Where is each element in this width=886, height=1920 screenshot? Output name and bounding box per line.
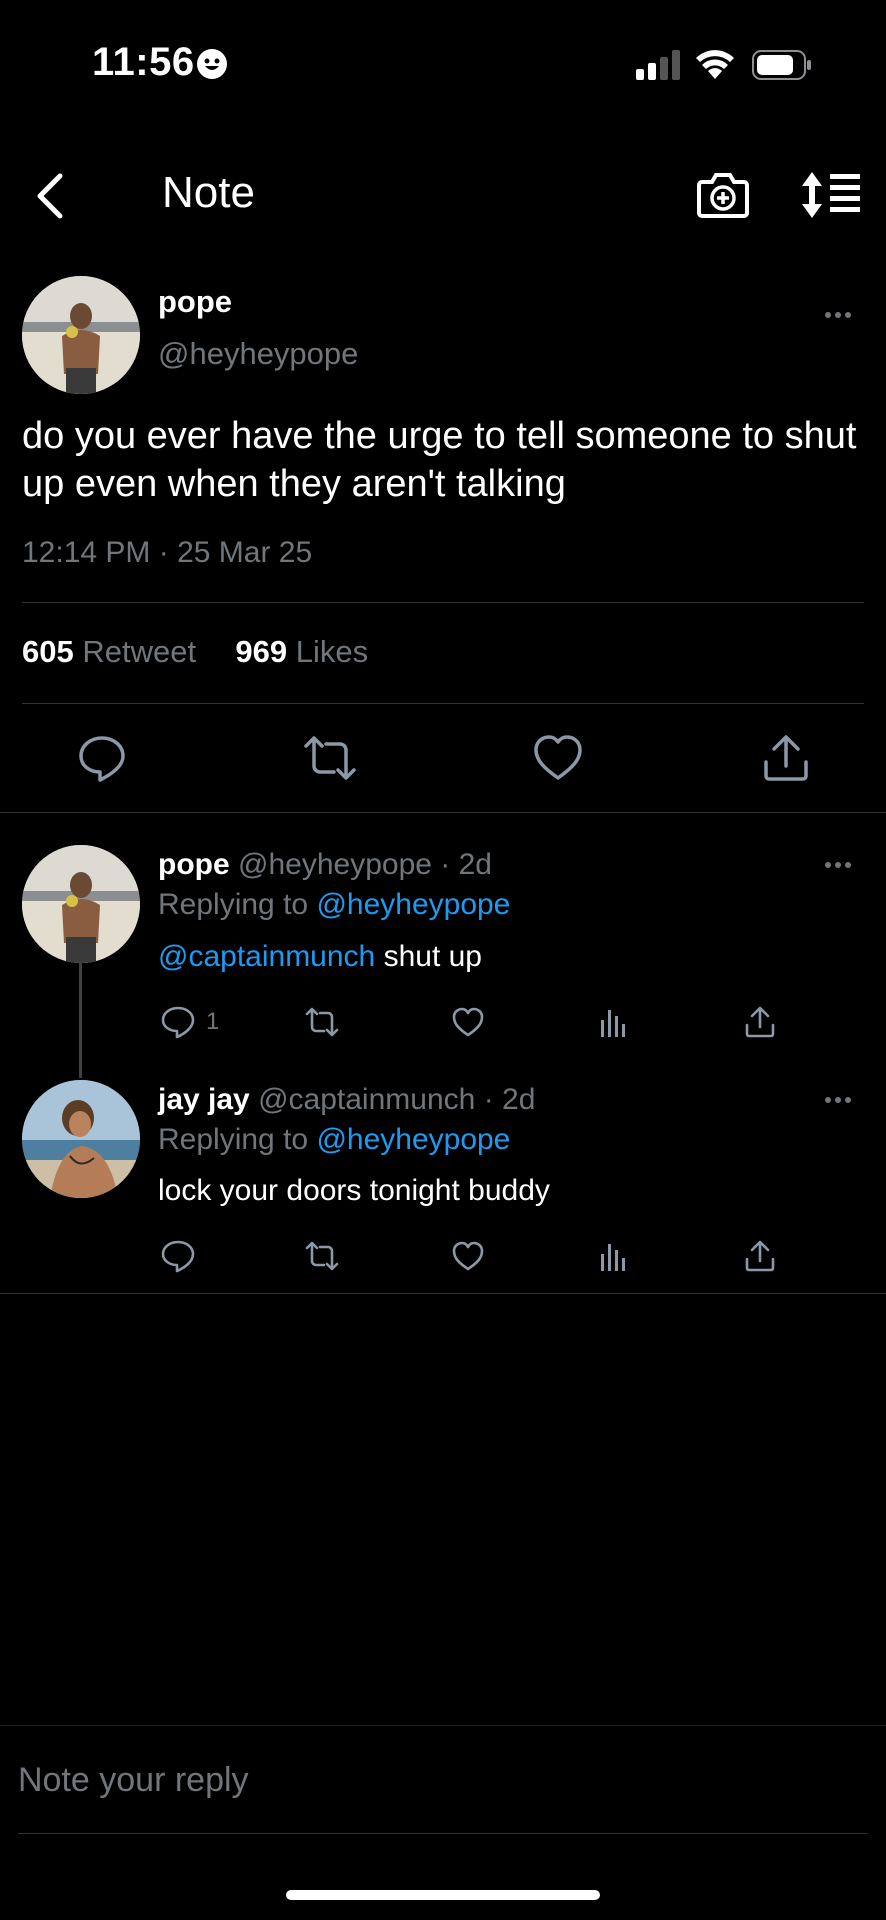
- views-button[interactable]: [596, 1238, 632, 1274]
- wifi-icon: [694, 46, 736, 85]
- heart-icon: [534, 735, 582, 780]
- tweet-timestamp[interactable]: 12:14 PM · 25 Mar 25: [22, 536, 312, 570]
- reply-text: @captainmunch shut up: [158, 940, 482, 974]
- like-count[interactable]: 969: [235, 634, 287, 669]
- reply-button[interactable]: [160, 1238, 196, 1274]
- chevron-left-icon: [37, 173, 63, 219]
- cellular-signal-icon: [636, 50, 680, 85]
- reply-input[interactable]: [18, 1750, 858, 1810]
- reply-age: · 2d: [440, 848, 492, 881]
- retweet-icon: [304, 736, 356, 780]
- views-button[interactable]: [596, 1004, 632, 1040]
- replying-to-prefix: Replying to: [158, 1123, 309, 1156]
- like-button[interactable]: [450, 1004, 486, 1040]
- camera-plus-icon: [697, 173, 749, 218]
- profile-photo: [22, 276, 140, 394]
- ellipsis-icon: [825, 312, 851, 318]
- avatar[interactable]: [22, 1080, 140, 1198]
- camera-button[interactable]: [696, 170, 750, 220]
- replying-to: Replying to @heyheypope: [158, 1123, 510, 1157]
- sort-icon: [802, 172, 860, 218]
- focus-smiley-icon: [196, 48, 228, 80]
- reply-author-handle[interactable]: @heyheypope: [238, 848, 432, 881]
- like-label[interactable]: Likes: [296, 634, 368, 669]
- retweet-icon: [305, 1241, 339, 1271]
- tweet-stats: 605 Retweet 969 Likes: [22, 634, 368, 670]
- share-icon: [745, 1240, 775, 1272]
- thread-connector-line: [79, 962, 82, 1078]
- replying-to-handle[interactable]: @heyheypope: [316, 888, 510, 921]
- like-button[interactable]: [530, 730, 586, 786]
- reply-body: shut up: [375, 940, 482, 973]
- more-options-button[interactable]: [820, 300, 860, 330]
- retweet-count[interactable]: 605: [22, 634, 74, 669]
- share-icon: [745, 1006, 775, 1038]
- more-options-button[interactable]: [820, 850, 860, 880]
- comment-icon: [161, 1006, 195, 1039]
- retweet-button[interactable]: [304, 1004, 340, 1040]
- replying-to-prefix: Replying to: [158, 888, 309, 921]
- ellipsis-icon: [825, 862, 851, 868]
- author-handle[interactable]: @heyheypope: [158, 336, 358, 372]
- divider: [22, 703, 864, 704]
- reply-text: lock your doors tonight buddy: [158, 1174, 550, 1207]
- reply-author-name[interactable]: pope: [158, 848, 230, 881]
- bar-chart-icon: [601, 1010, 625, 1037]
- divider: [22, 602, 864, 603]
- page-title: Note: [162, 168, 255, 217]
- divider: [0, 1725, 886, 1726]
- reply-author-handle[interactable]: @captainmunch: [258, 1083, 475, 1116]
- ellipsis-icon: [825, 1097, 851, 1103]
- back-button[interactable]: [26, 168, 78, 224]
- heart-icon: [452, 1241, 484, 1271]
- reply-button[interactable]: [160, 1004, 196, 1040]
- mention-link[interactable]: @captainmunch: [158, 940, 375, 973]
- reply-count: 1: [206, 1008, 220, 1035]
- replying-to: Replying to @heyheypope: [158, 888, 510, 922]
- bar-chart-icon: [601, 1244, 625, 1271]
- retweet-icon: [305, 1007, 339, 1037]
- share-button[interactable]: [742, 1238, 778, 1274]
- divider: [0, 1293, 886, 1294]
- reply-author-name[interactable]: jay jay: [158, 1083, 250, 1116]
- share-button[interactable]: [758, 730, 814, 786]
- sort-replies-button[interactable]: [800, 170, 862, 220]
- avatar[interactable]: [22, 276, 140, 394]
- home-indicator[interactable]: [286, 1890, 600, 1900]
- like-button[interactable]: [450, 1238, 486, 1274]
- profile-photo: [22, 845, 140, 963]
- retweet-button[interactable]: [302, 730, 358, 786]
- replying-to-handle[interactable]: @heyheypope: [316, 1123, 510, 1156]
- profile-photo: [22, 1080, 140, 1198]
- more-options-button[interactable]: [820, 1085, 860, 1115]
- status-time: 11:56: [92, 40, 195, 84]
- reply-header: pope @heyheypope · 2d: [158, 848, 492, 882]
- divider: [18, 1833, 868, 1834]
- divider: [0, 812, 886, 813]
- reply-age: · 2d: [483, 1083, 536, 1116]
- comment-icon: [161, 1240, 195, 1273]
- retweet-button[interactable]: [304, 1238, 340, 1274]
- battery-icon: [752, 50, 812, 85]
- heart-icon: [452, 1007, 484, 1037]
- share-icon: [764, 735, 808, 781]
- avatar[interactable]: [22, 845, 140, 963]
- tweet-text: do you ever have the urge to tell someon…: [22, 415, 857, 505]
- share-button[interactable]: [742, 1004, 778, 1040]
- reply-button[interactable]: [74, 730, 130, 786]
- comment-icon: [79, 736, 125, 782]
- retweet-label[interactable]: Retweet: [82, 634, 196, 669]
- reply-header: jay jay @captainmunch · 2d: [158, 1083, 535, 1117]
- author-name[interactable]: pope: [158, 284, 232, 320]
